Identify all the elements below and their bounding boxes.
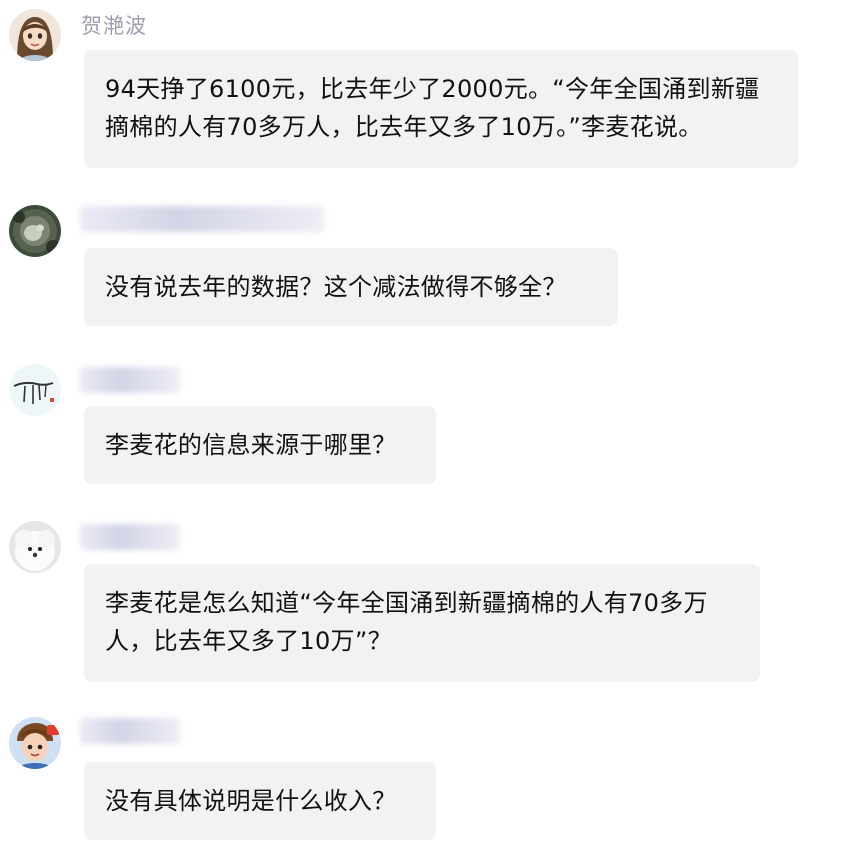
sender-name[interactable]: 贺滟波 <box>81 10 147 40</box>
avatar[interactable] <box>9 9 61 61</box>
sender-name-blurred <box>80 718 180 744</box>
comment-bubble: 李麦花的信息来源于哪里？ <box>84 406 436 484</box>
sender-name-blurred <box>80 206 324 232</box>
comment-bubble: 没有说去年的数据？这个减法做得不够全？ <box>84 248 618 326</box>
comment-text: 94天挣了6100元，比去年少了2000元。“今年全国涌到新疆摘棉的人有70多万… <box>105 75 760 141</box>
comment-item: 李麦花的信息来源于哪里？ <box>0 355 844 490</box>
avatar[interactable] <box>9 717 61 769</box>
avatar[interactable] <box>9 364 61 416</box>
sender-name-blurred <box>80 367 180 393</box>
comment-text: 没有说去年的数据？这个减法做得不够全？ <box>105 273 567 301</box>
white-dog-avatar-icon <box>9 521 61 573</box>
comment-text: 没有具体说明是什么收入？ <box>105 787 397 815</box>
comment-bubble: 没有具体说明是什么收入？ <box>84 762 436 840</box>
comment-bubble: 94天挣了6100元，比去年少了2000元。“今年全国涌到新疆摘棉的人有70多万… <box>84 50 798 168</box>
comment-text: 李麦花是怎么知道“今年全国涌到新疆摘棉的人有70多万人，比去年又多了10万”？ <box>105 589 708 655</box>
comment-text: 李麦花的信息来源于哪里？ <box>105 431 397 459</box>
dark-photo-avatar-icon <box>9 205 61 257</box>
comment-bubble: 李麦花是怎么知道“今年全国涌到新疆摘棉的人有70多万人，比去年又多了10万”？ <box>84 564 760 682</box>
comment-item: 贺滟波 94天挣了6100元，比去年少了2000元。“今年全国涌到新疆摘棉的人有… <box>0 0 844 175</box>
comment-item: 李麦花是怎么知道“今年全国涌到新疆摘棉的人有70多万人，比去年又多了10万”？ <box>0 512 844 687</box>
cartoon-boy-avatar-icon <box>9 717 61 769</box>
ink-sketch-avatar-icon <box>9 364 61 416</box>
comment-item: 没有说去年的数据？这个减法做得不够全？ <box>0 196 844 331</box>
sender-name-blurred <box>80 524 180 550</box>
comment-item: 没有具体说明是什么收入？ <box>0 708 844 858</box>
avatar[interactable] <box>9 521 61 573</box>
avatar[interactable] <box>9 205 61 257</box>
woman-cartoon-avatar-icon <box>9 9 61 61</box>
